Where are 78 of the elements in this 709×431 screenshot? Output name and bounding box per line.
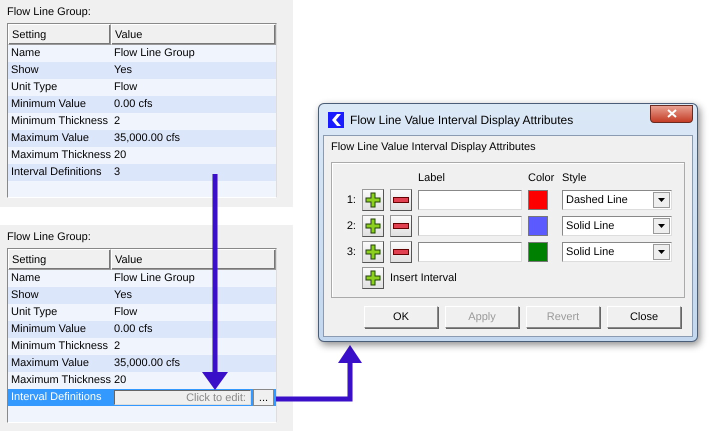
insert-interval-button[interactable] [362,267,384,289]
value-cell[interactable]: 35,000.00 cfs [111,130,276,147]
label-field[interactable] [418,216,522,236]
style-dropdown[interactable]: Solid Line [562,242,672,262]
panel-title: Flow Line Group: [7,5,91,19]
setting-cell[interactable]: Name [8,45,111,62]
value-cell[interactable]: 2 [111,338,276,355]
setting-cell[interactable]: Maximum Value [8,355,111,372]
add-interval-button[interactable] [362,189,384,211]
setting-cell[interactable]: Minimum Thickness [8,338,111,355]
setting-cell[interactable]: Interval Definitions [8,164,111,181]
setting-cell[interactable]: Show [8,287,111,304]
style-dropdown[interactable]: Dashed Line [562,190,672,210]
plus-icon [365,270,381,286]
color-swatch[interactable] [528,216,548,236]
setting-cell[interactable]: Minimum Value [8,96,111,113]
add-interval-button[interactable] [362,215,384,237]
dialog-button[interactable]: Close [607,306,681,328]
setting-cell[interactable]: Show [8,62,111,79]
setting-cell[interactable]: Maximum Value [8,130,111,147]
setting-cell[interactable]: Minimum Value [8,321,111,338]
dialog-heading: Flow Line Value Interval Display Attributes [331,140,536,154]
setting-cell[interactable]: Maximum Thickness [8,147,111,164]
plus-icon [365,218,381,234]
setting-cell[interactable]: Maximum Thickness [8,372,111,389]
app-icon [328,112,344,128]
label-field[interactable] [418,242,522,262]
column-header[interactable]: Setting [8,24,111,45]
value-cell[interactable]: 3 [111,164,276,181]
value-cell[interactable]: 0.00 cfs [111,321,276,338]
minus-icon [393,223,409,229]
setting-cell[interactable]: Unit Type [8,79,111,96]
interval-number: 3: [346,246,356,258]
column-header[interactable]: Value [111,249,276,270]
value-cell[interactable]: Yes [111,62,276,79]
value-cell[interactable]: Flow [111,79,276,96]
value-cell[interactable]: 35,000.00 cfs [111,355,276,372]
minus-icon [393,249,409,255]
close-icon [666,109,676,118]
plus-icon [365,192,381,208]
plus-icon [365,244,381,260]
column-label: Color [528,171,554,185]
insert-interval-label: Insert Interval [390,271,458,285]
value-cell[interactable]: 20 [111,147,276,164]
value-cell[interactable]: Yes [111,287,276,304]
column-header[interactable]: Setting [8,249,111,270]
value-cell[interactable]: 20 [111,372,276,389]
interval-number: 2: [346,220,356,232]
close-window-button[interactable] [650,104,693,122]
panel-title: Flow Line Group: [7,230,91,244]
setting-cell[interactable]: Name [8,270,111,287]
interval-number: 1: [346,194,356,206]
minus-icon [393,197,409,203]
value-cell[interactable]: 2 [111,113,276,130]
caret-icon [658,250,665,254]
window-title: Flow Line Value Interval Display Attributes [350,112,574,126]
dialog-button[interactable]: OK [364,306,438,328]
caret-icon [658,224,665,228]
column-header[interactable]: Value [111,24,276,45]
remove-interval-button[interactable] [390,215,412,237]
value-cell[interactable]: Flow Line Group [111,45,276,62]
value-cell[interactable]: 0.00 cfs [111,96,276,113]
column-label: Style [562,171,586,185]
value-cell[interactable]: Flow Line Group [111,270,276,287]
remove-interval-button[interactable] [390,189,412,211]
value-cell[interactable]: Flow [111,304,276,321]
add-interval-button[interactable] [362,241,384,263]
label-field[interactable] [418,190,522,210]
column-label: Label [418,171,445,185]
setting-cell[interactable]: Unit Type [8,304,111,321]
style-dropdown[interactable]: Solid Line [562,216,672,236]
value-editor-field[interactable]: Click to edit: [114,390,251,405]
edit-button[interactable]: ... [253,389,274,406]
setting-cell[interactable]: Minimum Thickness [8,113,111,130]
remove-interval-button[interactable] [390,241,412,263]
color-swatch[interactable] [528,242,548,262]
caret-icon [658,198,665,202]
color-swatch[interactable] [528,190,548,210]
